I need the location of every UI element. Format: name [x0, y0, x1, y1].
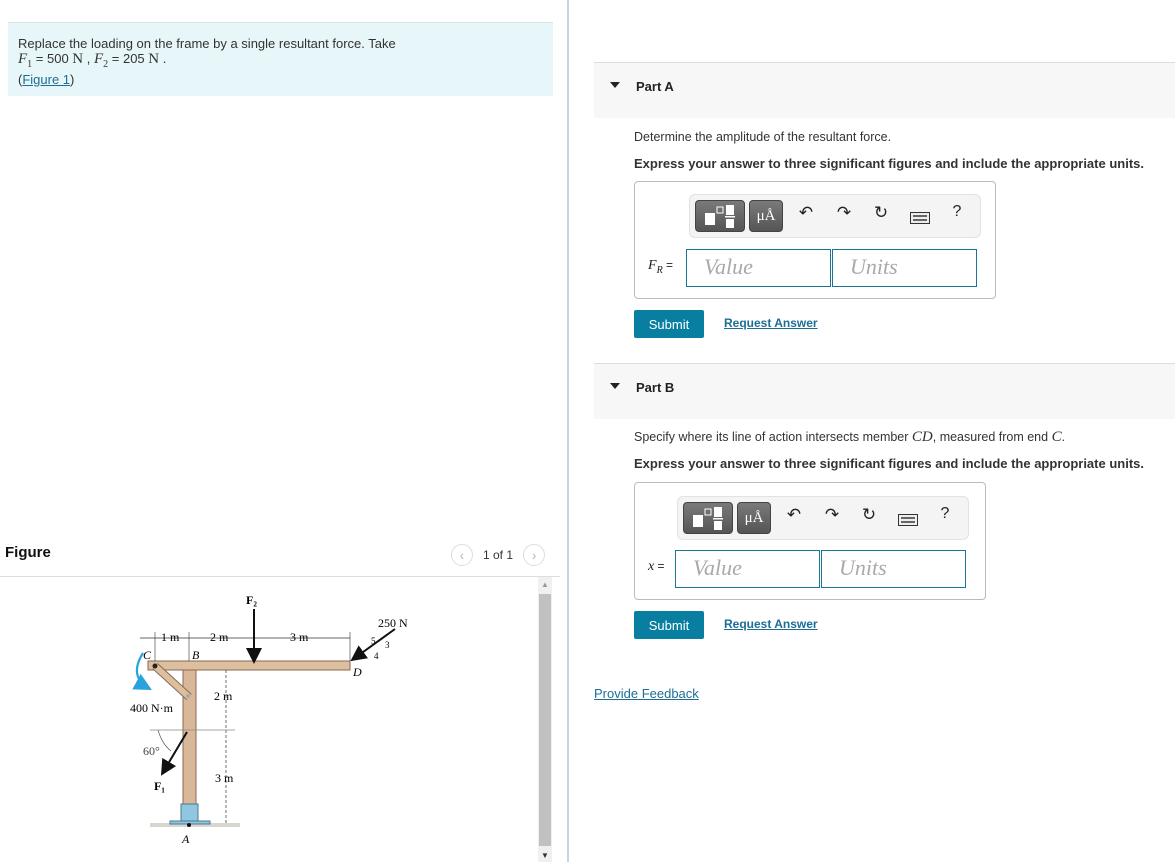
prev-figure-button[interactable]: ‹	[451, 544, 473, 566]
scroll-down-icon[interactable]: ▼	[538, 848, 552, 862]
chevron-left-icon: ‹	[459, 547, 465, 563]
figure-header: Figure ‹ 1 of 1 ›	[0, 540, 560, 577]
angle-label: 60°	[143, 744, 160, 758]
part-b-units-input[interactable]: Units	[821, 550, 966, 588]
slope-4: 4	[374, 651, 379, 661]
figure-scrollbar[interactable]: ▲ ▼	[538, 577, 552, 862]
panel-divider[interactable]	[567, 0, 569, 862]
f2-value: = 205	[108, 51, 149, 66]
frame-diagram: 1 m 2 m 3 m F₂ 250 N 5 3 4 C B D A 2 m 3…	[130, 593, 408, 846]
part-b-answer-box: μÅ ↶ ↷ ↻ ? x = Value Units	[634, 482, 986, 600]
next-figure-button[interactable]: ›	[523, 544, 546, 566]
part-a-request-answer-link[interactable]: Request Answer	[724, 316, 818, 330]
period: .	[159, 51, 167, 66]
part-b-question: Specify where its line of action interse…	[634, 429, 1066, 445]
dim-3m-side: 3 m	[215, 771, 234, 785]
figure-pager: ‹ 1 of 1 ›	[451, 544, 546, 566]
f1-value: = 500	[32, 51, 73, 66]
help-icon[interactable]: ?	[934, 505, 956, 523]
part-b-toolbar: μÅ ↶ ↷ ↻ ?	[677, 496, 969, 540]
part-b-label: Part B	[636, 380, 675, 395]
keyboard-icon[interactable]	[909, 209, 931, 229]
moment-label: 400 N·m	[130, 701, 174, 715]
redo-icon[interactable]: ↷	[833, 203, 855, 223]
undo-icon[interactable]: ↶	[783, 505, 805, 525]
dim-1m: 1 m	[161, 630, 180, 644]
f2-unit: N	[148, 51, 160, 67]
paren: )	[70, 72, 75, 87]
part-b-instruction: Express your answer to three significant…	[634, 456, 1144, 471]
reset-icon[interactable]: ↻	[858, 505, 880, 525]
pager-text: 1 of 1	[483, 548, 514, 562]
point-b: B	[192, 648, 200, 662]
f1-unit: N	[72, 51, 84, 67]
dim-3m-top: 3 m	[290, 630, 309, 644]
part-b-header[interactable]: Part B	[594, 363, 1175, 419]
dim-2m-top: 2 m	[210, 630, 229, 644]
reset-icon[interactable]: ↻	[870, 203, 892, 223]
part-a-toolbar: μÅ ↶ ↷ ↻ ?	[689, 194, 981, 238]
separator: ,	[83, 51, 94, 66]
f1-expression: F1	[18, 51, 33, 71]
keyboard-icon[interactable]	[897, 511, 919, 531]
figure-title: Figure	[5, 544, 51, 561]
point-c: C	[143, 648, 152, 662]
part-a-question: Determine the amplitude of the resultant…	[634, 130, 892, 144]
templates-button[interactable]	[695, 200, 745, 232]
dim-2m-side: 2 m	[214, 689, 233, 703]
fraction-template-icon	[693, 507, 723, 530]
slope-3: 3	[385, 640, 390, 650]
units-button[interactable]: μÅ	[749, 200, 783, 232]
part-a-units-input[interactable]: Units	[832, 249, 977, 287]
scroll-thumb[interactable]	[539, 594, 551, 846]
f1-label: F₁	[154, 779, 165, 793]
collapse-triangle-icon	[610, 82, 620, 88]
help-icon[interactable]: ?	[946, 203, 968, 221]
part-a-lhs: FR =	[648, 258, 674, 276]
part-a-instruction: Express your answer to three significant…	[634, 156, 1144, 171]
part-b-value-input[interactable]: Value	[675, 550, 820, 588]
angle-arc	[157, 729, 172, 752]
slope-5: 5	[371, 636, 376, 646]
part-a-value-input[interactable]: Value	[686, 249, 831, 287]
templates-button[interactable]	[683, 502, 733, 534]
load-250-label: 250 N	[378, 616, 408, 630]
scroll-up-icon[interactable]: ▲	[538, 577, 552, 591]
f2-expression: F2	[93, 51, 109, 71]
figure-link[interactable]: Figure 1	[22, 72, 70, 87]
problem-statement: Replace the loading on the frame by a si…	[8, 22, 553, 96]
beam-cd	[147, 660, 351, 671]
part-b-submit-button[interactable]: Submit	[634, 611, 704, 639]
units-button[interactable]: μÅ	[737, 502, 771, 534]
point-d: D	[352, 665, 362, 679]
part-a-header[interactable]: Part A	[594, 62, 1175, 118]
part-a-answer-box: μÅ ↶ ↷ ↻ ? FR = Value Units	[634, 181, 996, 299]
f2-label: F₂	[246, 593, 257, 607]
problem-text: Replace the loading on the frame by a si…	[18, 36, 396, 51]
chevron-right-icon: ›	[531, 547, 537, 563]
undo-icon[interactable]: ↶	[795, 203, 817, 223]
part-b-request-answer-link[interactable]: Request Answer	[724, 617, 818, 631]
part-b-lhs: x =	[648, 559, 665, 574]
provide-feedback-link[interactable]: Provide Feedback	[594, 686, 699, 701]
part-a-submit-button[interactable]: Submit	[634, 310, 704, 338]
part-a-label: Part A	[636, 79, 674, 94]
left-panel: Replace the loading on the frame by a si…	[0, 0, 567, 862]
redo-icon[interactable]: ↷	[821, 505, 843, 525]
point-a: A	[181, 832, 190, 846]
base-plate	[180, 803, 199, 824]
point-a-dot	[187, 823, 191, 827]
figure-image: 1 m 2 m 3 m F₂ 250 N 5 3 4 C B D A 2 m 3…	[0, 577, 540, 862]
collapse-triangle-icon	[610, 383, 620, 389]
fraction-template-icon	[705, 205, 735, 228]
